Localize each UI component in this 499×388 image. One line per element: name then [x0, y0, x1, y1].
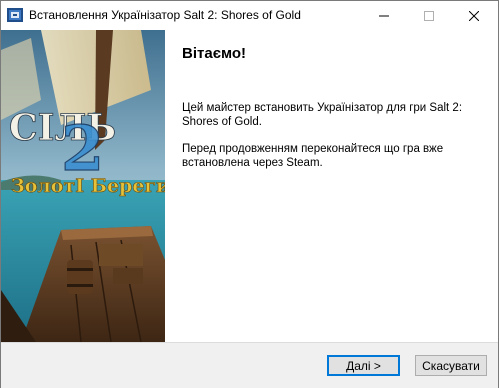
- button-bar: Далі > Скасувати: [1, 342, 498, 388]
- close-button[interactable]: [451, 1, 496, 30]
- cancel-button[interactable]: Скасувати: [415, 355, 487, 376]
- page-title: Вітаємо!: [182, 45, 247, 62]
- intro-text: Цей майстер встановить Українізатор для …: [182, 102, 463, 128]
- title-bar[interactable]: Встановлення Українізатор Salt 2: Shores…: [1, 1, 498, 30]
- installer-icon: [7, 7, 23, 23]
- banner-image: СІЛЬ 2 ЗолотІ Береги: [1, 30, 165, 342]
- welcome-panel: Вітаємо! Цей майстер встановить Україніз…: [165, 30, 498, 342]
- next-button[interactable]: Далі >: [327, 355, 400, 376]
- minimize-icon: [378, 15, 389, 16]
- close-icon: [468, 10, 479, 21]
- game-artwork: СІЛЬ 2 ЗолотІ Береги: [1, 30, 165, 342]
- banner-title-line2: ЗолотІ Береги: [11, 175, 165, 197]
- prerequisite-text: Перед продовженням переконайтеся що гра …: [182, 143, 444, 169]
- installer-window: Встановлення Українізатор Salt 2: Shores…: [0, 0, 499, 388]
- minimize-button[interactable]: [361, 1, 406, 30]
- window-title: Встановлення Українізатор Salt 2: Shores…: [29, 8, 301, 22]
- maximize-icon: [423, 10, 434, 21]
- maximize-button[interactable]: [406, 1, 451, 30]
